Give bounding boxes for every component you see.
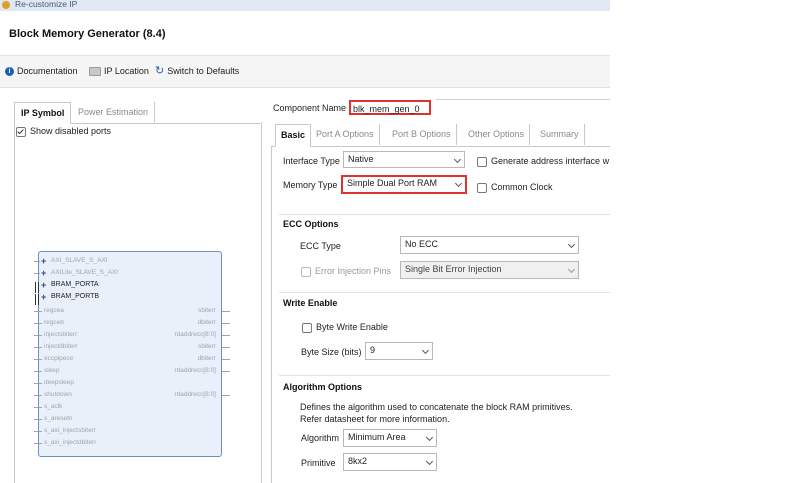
switch-to-defaults-button[interactable]: ↻ Switch to Defaults	[155, 64, 239, 77]
bus-bram-portb: BRAM_PORTB	[51, 293, 100, 300]
chevron-down-icon	[421, 346, 430, 355]
port-label: rdaddrecc[8:0]	[174, 331, 216, 338]
chevron-down-icon	[425, 433, 434, 442]
chevron-down-icon	[454, 179, 463, 188]
checkbox-unchecked-icon	[302, 322, 312, 333]
expand-icon[interactable]: +	[41, 257, 46, 266]
tab-basic[interactable]: Basic	[275, 124, 312, 147]
config-tab-bar: Basic Port A Options Port B Options Othe…	[271, 122, 610, 147]
tab-summary[interactable]: Summary	[535, 124, 585, 145]
app-icon	[2, 1, 10, 9]
port-label: s_axi_injectsbiterr	[44, 427, 97, 434]
port-label: regceb	[44, 319, 64, 326]
folder-icon	[89, 66, 101, 76]
primitive-label: Primitive	[301, 458, 336, 468]
bus-axilite-slave: AXILite_SLAVE_S_AXI	[51, 269, 119, 276]
checkbox-unchecked-icon	[477, 182, 487, 193]
algorithm-description-note: Refer datasheet for more information.	[300, 414, 450, 424]
bus-axi-slave: AXI_SLAVE_S_AXI	[51, 257, 108, 264]
ip-header: Block Memory Generator (8.4)	[0, 11, 610, 56]
ecc-options-heading: ECC Options	[283, 219, 339, 229]
byte-size-label: Byte Size (bits)	[301, 347, 362, 357]
bus-bram-porta: BRAM_PORTA	[51, 281, 99, 288]
bus-interfaces: + AXI_SLAVE_S_AXI + AXILite_SLAVE_S_AXI …	[34, 256, 214, 305]
right-ports: sbiterr dbiterr rdaddrecc[8:0] sbiterr d…	[130, 306, 230, 406]
write-enable-heading: Write Enable	[283, 298, 338, 308]
port-label: regcea	[44, 307, 64, 314]
port-label: sleep	[44, 367, 60, 374]
port-label: injectsbiterr	[44, 331, 78, 338]
port-label: rdaddrecc[8:0]	[174, 391, 216, 398]
tab-other-options[interactable]: Other Options	[463, 124, 531, 145]
ip-name: Block Memory Generator (8.4)	[9, 28, 166, 40]
tab-port-a-options[interactable]: Port A Options	[311, 124, 380, 145]
port-label: deepsleep	[44, 379, 74, 386]
chevron-down-icon	[567, 240, 576, 249]
port-label: s_axi_injectdbiterr	[44, 439, 97, 446]
byte-size-select[interactable]: 9	[365, 342, 433, 360]
show-disabled-ports-checkbox[interactable]: Show disabled ports	[16, 126, 111, 137]
left-tab-bar: IP Symbol Power Estimation	[14, 101, 260, 124]
port-label: s_aclk	[44, 403, 63, 410]
common-clock-checkbox[interactable]: Common Clock	[477, 182, 553, 193]
port-label: injectdbiterr	[44, 343, 78, 350]
error-injection-select[interactable]: Single Bit Error Injection	[400, 261, 579, 279]
port-label: s_aresetn	[44, 415, 73, 422]
chevron-down-icon	[453, 155, 462, 164]
left-ports: regcea regceb injectsbiterr injectdbiter…	[34, 306, 134, 454]
byte-write-enable-checkbox[interactable]: Byte Write Enable	[302, 322, 388, 333]
ip-location-button[interactable]: IP Location	[89, 66, 149, 76]
port-label: rdaddrecc[8:0]	[174, 367, 216, 374]
port-label: sbiterr	[197, 307, 216, 314]
checkbox-disabled-icon	[301, 266, 311, 277]
port-label: sbiterr	[197, 343, 216, 350]
chevron-down-icon	[425, 457, 434, 466]
tab-power-estimation[interactable]: Power Estimation	[72, 102, 156, 122]
window-titlebar: Re-customize IP	[0, 0, 610, 11]
port-label: dbiterr	[197, 355, 216, 362]
port-label: dbiterr	[197, 319, 216, 326]
chevron-down-icon	[567, 265, 576, 274]
refresh-icon: ↻	[155, 64, 165, 77]
generate-address-interface-checkbox[interactable]: Generate address interface w	[477, 156, 609, 167]
expand-icon[interactable]: +	[41, 293, 46, 302]
port-label: eccpipece	[44, 355, 74, 362]
tab-ip-symbol[interactable]: IP Symbol	[14, 102, 72, 124]
component-name-input[interactable]: blk_mem_gen_0	[349, 100, 431, 115]
algorithm-select[interactable]: Minimum Area	[343, 429, 437, 447]
expand-icon[interactable]: +	[41, 281, 46, 290]
interface-type-select[interactable]: Native	[343, 151, 465, 168]
error-injection-pins-checkbox[interactable]: Error Injection Pins	[301, 266, 391, 277]
checkbox-checked-icon	[16, 126, 26, 137]
ecc-type-label: ECC Type	[300, 241, 341, 251]
expand-icon[interactable]: +	[41, 269, 46, 278]
algorithm-description: Defines the algorithm used to concatenat…	[300, 402, 573, 412]
checkbox-unchecked-icon	[477, 156, 487, 167]
tab-port-b-options[interactable]: Port B Options	[387, 124, 457, 145]
interface-type-label: Interface Type	[283, 156, 340, 166]
component-name-label: Component Name	[273, 103, 347, 113]
algorithm-label: Algorithm	[301, 433, 340, 443]
toolbar: i Documentation IP Location ↻ Switch to …	[0, 56, 610, 88]
window-title: Re-customize IP	[15, 0, 78, 9]
port-label: shutdown	[44, 391, 72, 398]
ecc-type-select[interactable]: No ECC	[400, 236, 579, 254]
info-icon: i	[5, 66, 14, 76]
memory-type-label: Memory Type	[283, 180, 338, 190]
memory-type-select[interactable]: Simple Dual Port RAM	[341, 175, 467, 194]
documentation-button[interactable]: i Documentation	[5, 66, 78, 76]
algorithm-options-heading: Algorithm Options	[283, 382, 362, 392]
primitive-select[interactable]: 8kx2	[343, 453, 437, 471]
